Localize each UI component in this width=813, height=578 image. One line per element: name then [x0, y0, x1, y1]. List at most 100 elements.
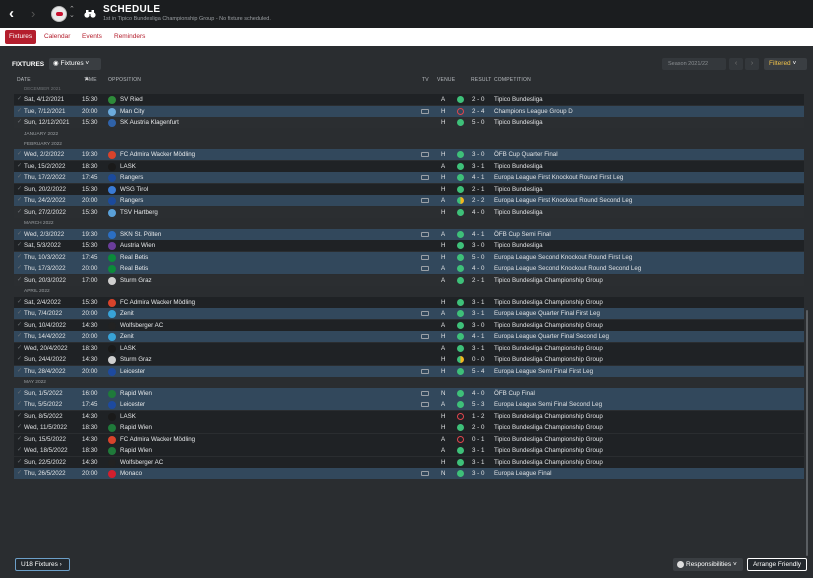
opposition-name[interactable]: FC Admira Wacker Mödling	[120, 149, 195, 160]
opposition-name[interactable]: Zenit	[120, 331, 134, 342]
arrange-friendly-button[interactable]: Arrange Friendly	[747, 558, 807, 571]
score[interactable]: 4 - 1	[472, 331, 484, 342]
score[interactable]: 3 - 1	[472, 457, 484, 468]
opposition-name[interactable]: Man City	[120, 106, 144, 117]
table-row[interactable]: ✓ Thu, 17/3/2022 20:00 Real Betis A 4 - 0 Euro…	[14, 263, 804, 275]
table-row[interactable]: ✓ Thu, 5/5/2022 17:45 Leicester A 5 - 3 Europa…	[14, 399, 804, 410]
table-row[interactable]: ✓ Sun, 1/5/2022 16:00 Rapid Wien N 4 - 0 ÖFB C…	[14, 387, 804, 399]
table-row[interactable]: ✓ Thu, 24/2/2022 20:00 Rangers A 2 - 2 Europa …	[14, 195, 804, 207]
club-crest-icon[interactable]	[108, 310, 116, 319]
competition-name[interactable]: Europa League First Knockout Round First…	[494, 172, 623, 183]
table-row[interactable]: ✓ Sun, 12/12/2021 15:30 SK Austria Klagenfu…	[14, 117, 804, 128]
competition-name[interactable]: Tipico Bundesliga Championship Group	[494, 434, 603, 445]
opposition-name[interactable]: Sturm Graz	[120, 275, 152, 286]
col-competition[interactable]: COMPETITION	[494, 77, 531, 83]
u18-fixtures-button[interactable]: U18 Fixtures ›	[15, 558, 70, 571]
table-row[interactable]: ✓ Wed, 2/2/2022 19:30 FC Admira Wacker Mödl…	[14, 149, 804, 161]
opposition-name[interactable]: Zenit	[120, 308, 134, 319]
score[interactable]: 3 - 0	[472, 468, 484, 479]
opposition-name[interactable]: TSV Hartberg	[120, 207, 158, 218]
forward-arrow-icon[interactable]: ›	[31, 6, 41, 22]
table-row[interactable]: ✓ Sun, 22/5/2022 14:30 Wolfsberger AC H 3 - 1…	[14, 456, 804, 468]
club-crest-icon[interactable]	[108, 208, 116, 217]
table-row[interactable]: ✓ Sat, 5/3/2022 15:30 Austria Wien H 3 - 0 Tip…	[14, 240, 804, 252]
table-row[interactable]: ✓ Wed, 20/4/2022 18:30 LASK A 3 - 1 Tipico Bun…	[14, 342, 804, 354]
club-badge-icon[interactable]	[51, 6, 67, 22]
table-row[interactable]: ✓ Thu, 26/5/2022 20:00 Monaco N 3 - 0 Europa L…	[14, 468, 804, 479]
competition-name[interactable]: Europa League Semi Final First Leg	[494, 366, 593, 377]
prev-page-icon[interactable]: ‹	[729, 58, 743, 70]
opposition-name[interactable]: Rangers	[120, 172, 143, 183]
competition-name[interactable]: Tipico Bundesliga Championship Group	[494, 422, 603, 433]
opposition-name[interactable]: LASK	[120, 411, 136, 422]
club-crest-icon[interactable]	[108, 185, 116, 194]
table-row[interactable]: ✓ Wed, 11/5/2022 18:30 Rapid Wien H 2 - 0 Tipi…	[14, 422, 804, 433]
score[interactable]: 3 - 1	[472, 343, 484, 354]
club-crest-icon[interactable]	[108, 333, 116, 342]
club-crest-icon[interactable]	[108, 253, 116, 262]
club-crest-icon[interactable]	[108, 276, 116, 285]
table-row[interactable]: ✓ Sun, 15/5/2022 14:30 FC Admira Wacker Möd…	[14, 433, 804, 445]
score[interactable]: 3 - 0	[472, 240, 484, 251]
table-row[interactable]: ✓ Wed, 18/5/2022 18:30 Rapid Wien A 3 - 1 Tipi…	[14, 445, 804, 456]
club-crest-icon[interactable]	[108, 344, 116, 353]
club-crest-icon[interactable]	[108, 435, 116, 444]
opposition-name[interactable]: FC Admira Wacker Mödling	[120, 297, 195, 308]
table-row[interactable]: ✓ Tue, 15/2/2022 18:30 LASK A 3 - 1 Tipico Bun…	[14, 160, 804, 172]
table-row[interactable]: ✓ Sun, 20/3/2022 17:00 Sturm Graz A 2 - 1 Tipi…	[14, 274, 804, 286]
competition-name[interactable]: Tipico Bundesliga Championship Group	[494, 354, 603, 365]
scrollbar[interactable]	[806, 310, 808, 556]
club-crest-icon[interactable]	[108, 412, 116, 421]
table-row[interactable]: ✓ Wed, 2/3/2022 19:30 SKN St. Pölten A 4 - 1 Ö…	[14, 228, 804, 240]
score[interactable]: 4 - 1	[472, 172, 484, 183]
competition-name[interactable]: Tipico Bundesliga	[494, 117, 543, 128]
col-tv[interactable]: TV	[422, 77, 429, 83]
tab-fixtures[interactable]: Fixtures	[5, 30, 37, 44]
club-crest-icon[interactable]	[108, 356, 116, 365]
opposition-name[interactable]: SK Austria Klagenfurt	[120, 117, 179, 128]
club-switch-chevron-icon[interactable]: ⌃ ⌄	[69, 6, 77, 19]
club-crest-icon[interactable]	[108, 107, 116, 116]
club-crest-icon[interactable]	[108, 401, 116, 409]
competition-name[interactable]: Tipico Bundesliga Championship Group	[494, 457, 603, 468]
competition-name[interactable]: Tipico Bundesliga Championship Group	[494, 275, 603, 286]
score[interactable]: 0 - 0	[472, 354, 484, 365]
tab-reminders[interactable]: Reminders	[110, 30, 149, 44]
opposition-name[interactable]: SKN St. Pölten	[120, 229, 161, 240]
table-row[interactable]: ✓ Tue, 7/12/2021 20:00 Man City H 2 - 4 Champi…	[14, 105, 804, 117]
table-row[interactable]: ✓ Thu, 14/4/2022 20:00 Zenit H 4 - 1 Europa Le…	[14, 331, 804, 343]
score[interactable]: 3 - 0	[472, 320, 484, 331]
competition-name[interactable]: Tipico Bundesliga	[494, 184, 543, 195]
competition-name[interactable]: Europa League Semi Final Second Leg	[494, 399, 602, 410]
club-crest-icon[interactable]	[108, 298, 116, 307]
opposition-name[interactable]: Wolfsberger AC	[120, 457, 163, 468]
score[interactable]: 4 - 1	[472, 229, 484, 240]
col-venue[interactable]: VENUE	[437, 77, 455, 83]
opposition-name[interactable]: Wolfsberger AC	[120, 320, 163, 331]
table-row[interactable]: ✓ Thu, 17/2/2022 17:45 Rangers H 4 - 1 Europa …	[14, 172, 804, 184]
opposition-name[interactable]: Rapid Wien	[120, 445, 152, 456]
score[interactable]: 2 - 2	[472, 195, 484, 206]
opposition-name[interactable]: Leicester	[120, 399, 145, 410]
score[interactable]: 4 - 0	[472, 207, 484, 218]
responsibilities-button[interactable]: Responsibilities ˅	[673, 558, 743, 571]
opposition-name[interactable]: Sturm Graz	[120, 354, 152, 365]
club-crest-icon[interactable]	[108, 119, 116, 127]
competition-name[interactable]: Tipico Bundesliga	[494, 207, 543, 218]
opposition-name[interactable]: SV Ried	[120, 94, 143, 105]
score[interactable]: 3 - 1	[472, 161, 484, 172]
table-row[interactable]: ✓ Thu, 28/4/2022 20:00 Leicester H 5 - 4 Europ…	[14, 365, 804, 377]
club-crest-icon[interactable]	[108, 458, 116, 467]
score[interactable]: 2 - 4	[472, 106, 484, 117]
season-selector[interactable]: Season 2021/22	[662, 58, 726, 70]
back-arrow-icon[interactable]: ‹	[9, 6, 23, 22]
filter-button[interactable]: Filtered ˅	[764, 58, 807, 70]
opposition-name[interactable]: Rapid Wien	[120, 422, 152, 433]
col-time[interactable]: TIME	[84, 77, 97, 83]
next-page-icon[interactable]: ›	[745, 58, 759, 70]
table-row[interactable]: ✓ Sun, 24/4/2022 14:30 Sturm Graz H 0 - 0 Tipi…	[14, 354, 804, 366]
opposition-name[interactable]: Monaco	[120, 468, 142, 479]
score[interactable]: 4 - 0	[472, 263, 484, 274]
opposition-name[interactable]: LASK	[120, 343, 136, 354]
competition-name[interactable]: Europa League Second Knockout Round Firs…	[494, 252, 632, 263]
